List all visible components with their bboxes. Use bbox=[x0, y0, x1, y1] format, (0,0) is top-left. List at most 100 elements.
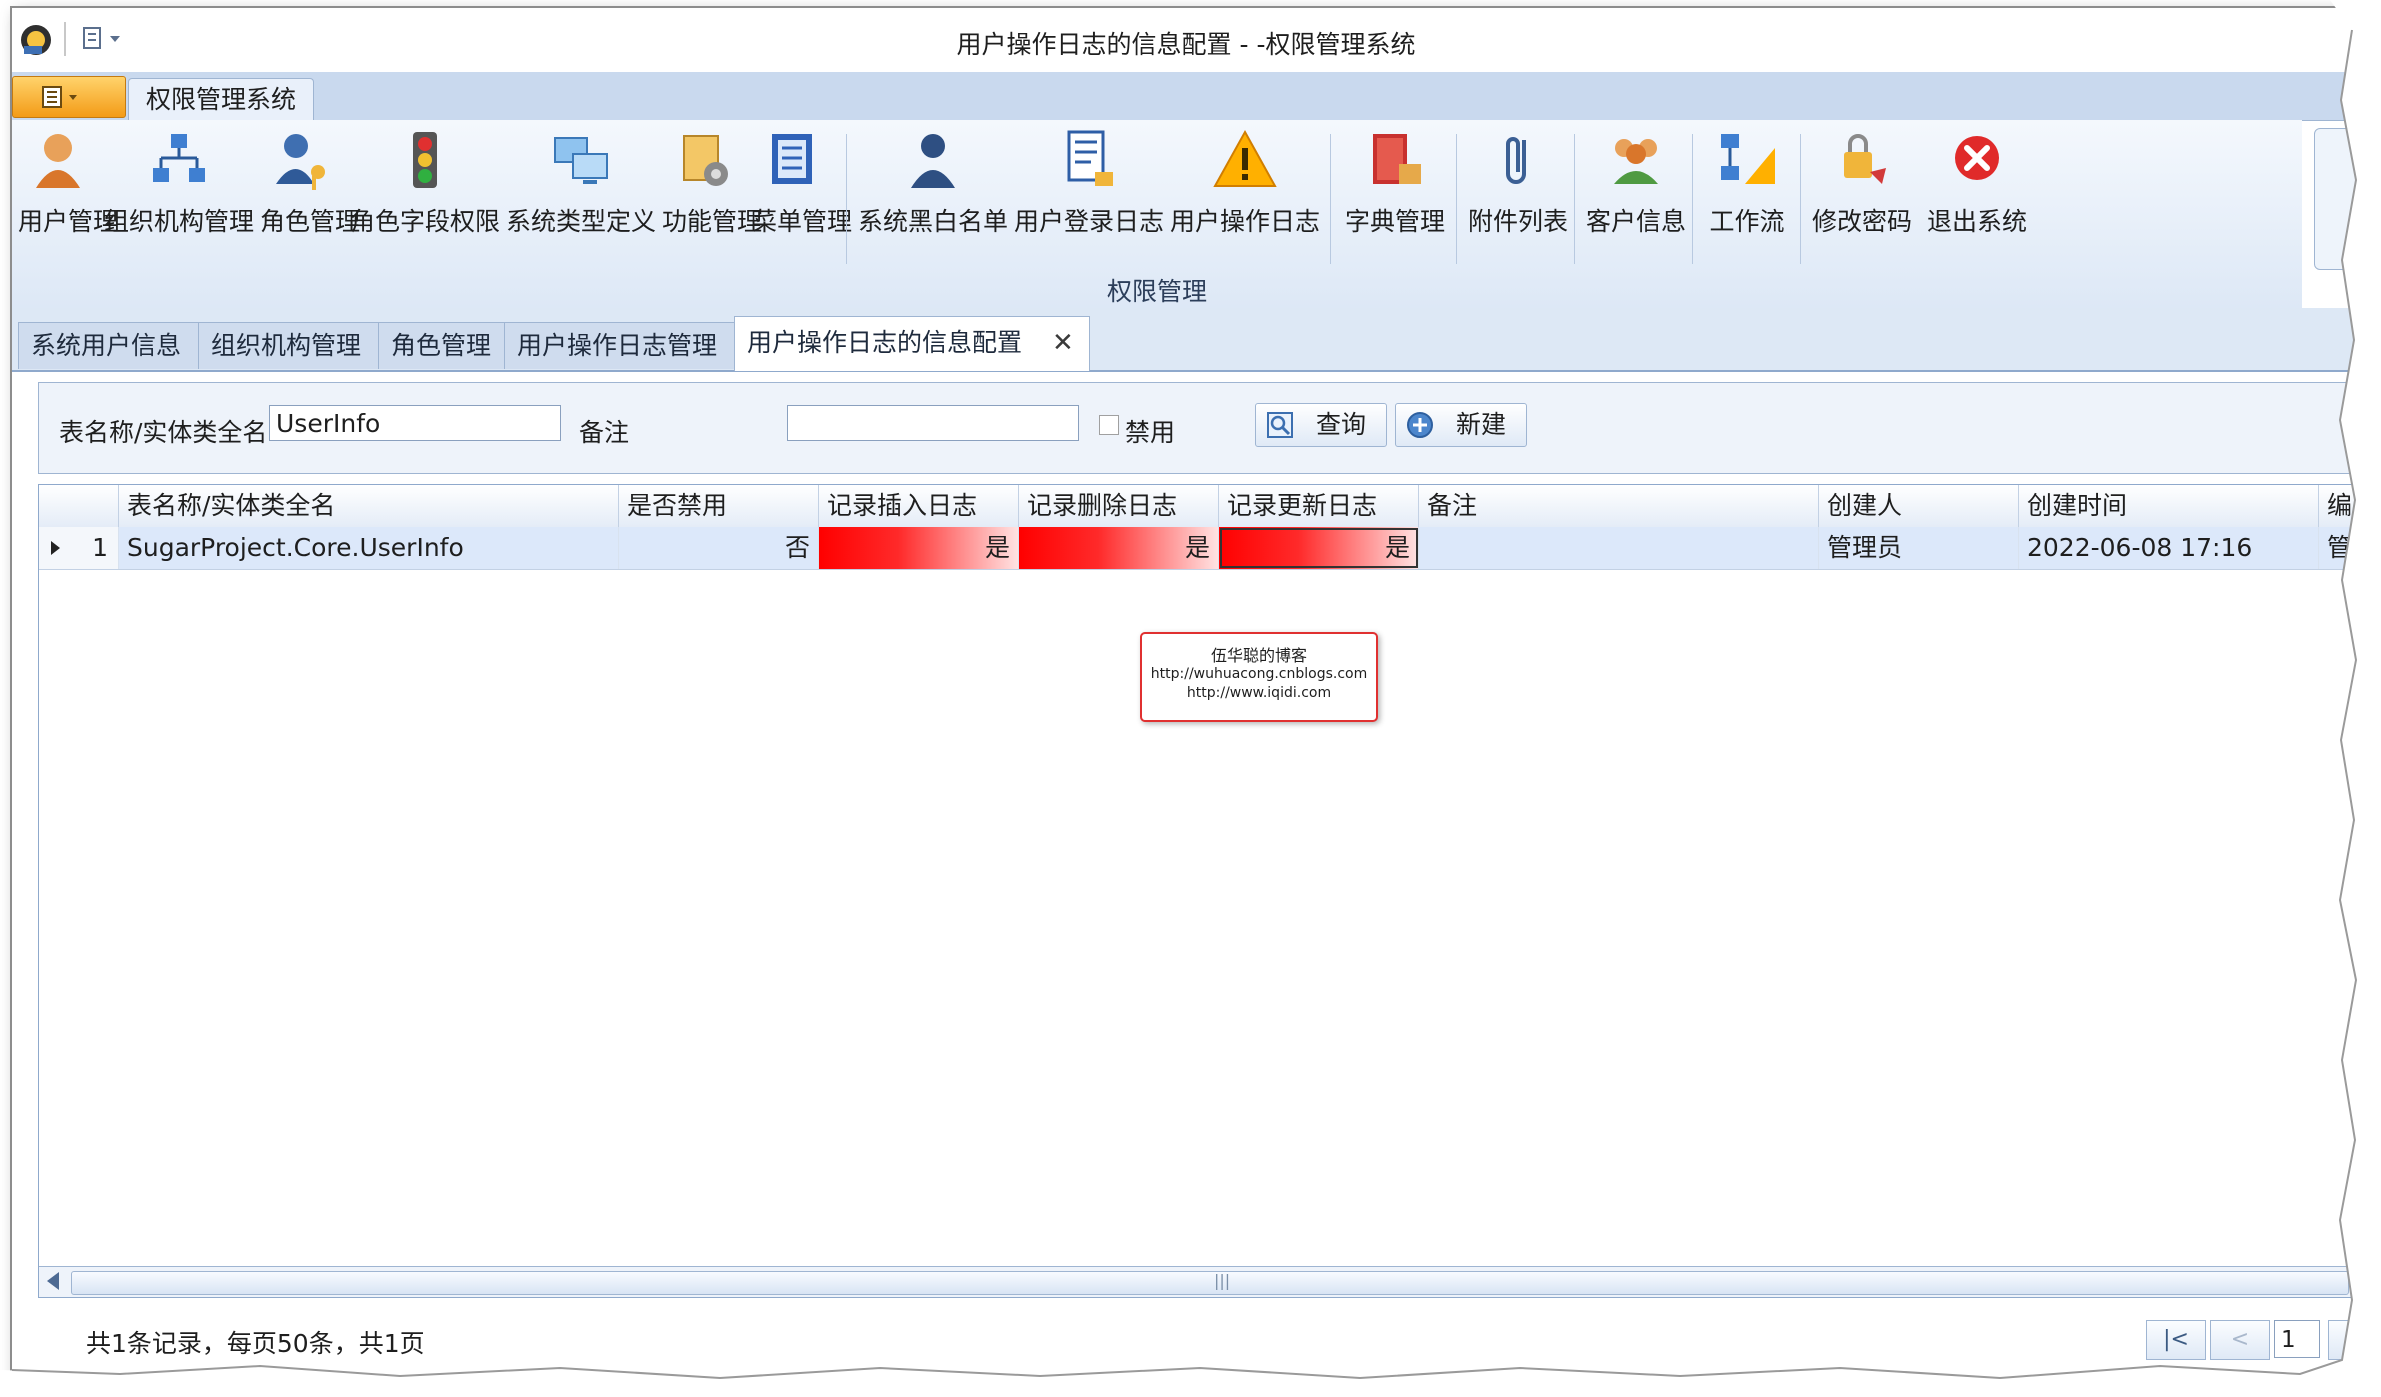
table-name-label: 表名称/实体类全名 bbox=[59, 418, 268, 447]
role-key-icon bbox=[276, 134, 325, 190]
ribbon-tab-strip: 权限管理系统 bbox=[12, 72, 2360, 121]
window-title: 用户操作日志的信息配置 - -权限管理系统 bbox=[956, 30, 1416, 59]
user-icon bbox=[36, 134, 80, 188]
cell-table-name[interactable]: SugarProject.Core.UserInfo bbox=[119, 527, 619, 569]
first-page-button[interactable]: |< bbox=[2146, 1320, 2206, 1360]
blacklist-button[interactable]: 系统黑白名单 bbox=[858, 128, 1008, 266]
ribbon-tab-permission-system[interactable]: 权限管理系统 bbox=[128, 78, 314, 121]
table-row[interactable]: 1 SugarProject.Core.UserInfo 否 是 是 是 管理员… bbox=[39, 527, 2360, 570]
remark-input[interactable] bbox=[787, 405, 1079, 441]
ribbon-group-permission: 用户管理 组织机构管理 角色管理 角色字段权限 系统类型定义 功能管理 菜单管理 bbox=[12, 120, 2302, 309]
operation-log-button[interactable]: 用户操作日志 bbox=[1170, 128, 1320, 266]
tab-operation-log-config[interactable]: 用户操作日志的信息配置 ✕ bbox=[734, 316, 1090, 371]
grid-header: 表名称/实体类全名 是否禁用 记录插入日志 记录删除日志 记录更新日志 备注 创… bbox=[39, 485, 2360, 528]
org-management-button[interactable]: 组织机构管理 bbox=[104, 128, 254, 266]
document-tab-strip: 系统用户信息 组织机构管理 角色管理 用户操作日志管理 用户操作日志的信息配置 … bbox=[12, 308, 2360, 372]
function-gear-icon bbox=[683, 135, 728, 186]
column-header-insert-log[interactable]: 记录插入日志 bbox=[819, 485, 1019, 527]
traffic-light-icon bbox=[413, 132, 437, 188]
person-icon bbox=[911, 134, 955, 188]
column-header-created-time[interactable]: 创建时间 bbox=[2019, 485, 2319, 527]
login-log-button[interactable]: 用户登录日志 bbox=[1014, 128, 1164, 266]
ribbon-separator bbox=[1456, 134, 1457, 264]
column-header-delete-log[interactable]: 记录删除日志 bbox=[1019, 485, 1219, 527]
disabled-checkbox[interactable] bbox=[1099, 415, 1119, 435]
table-name-input[interactable]: UserInfo bbox=[269, 405, 561, 441]
system-type-button[interactable]: 系统类型定义 bbox=[506, 128, 656, 266]
search-icon bbox=[1267, 412, 1293, 438]
computers-icon bbox=[554, 137, 608, 184]
warning-icon bbox=[1213, 129, 1277, 187]
previous-page-button[interactable]: < bbox=[2210, 1320, 2270, 1360]
title-bar: 用户操作日志的信息配置 - -权限管理系统 bbox=[12, 8, 2360, 72]
ribbon-separator bbox=[1330, 134, 1331, 264]
dictionary-icon bbox=[1373, 134, 1421, 184]
cell-delete-log[interactable]: 是 bbox=[1019, 527, 1219, 569]
next-page-button-clipped[interactable] bbox=[2328, 1320, 2360, 1360]
watermark-url-2: http://www.iqidi.com bbox=[1186, 685, 1332, 701]
blog-watermark: 伍华聪的博客 http://wuhuacong.cnblogs.com http… bbox=[1140, 632, 1378, 722]
pager-bar: 共1条记录，每页50条，共1页 |< < 1 bbox=[38, 1308, 2360, 1370]
column-header-editor[interactable]: 编 bbox=[2319, 485, 2360, 527]
cell-update-log[interactable]: 是 bbox=[1219, 527, 1419, 569]
remark-label: 备注 bbox=[579, 418, 630, 447]
org-chart-icon bbox=[153, 134, 205, 182]
query-button[interactable]: 查询 bbox=[1255, 403, 1387, 447]
paperclip-icon bbox=[1506, 137, 1526, 184]
scrollbar-grip-icon: ||| bbox=[1214, 1271, 1231, 1290]
scroll-left-icon[interactable] bbox=[47, 1272, 59, 1290]
role-field-permission-button[interactable]: 角色字段权限 bbox=[350, 128, 500, 266]
close-icon[interactable]: ✕ bbox=[1052, 317, 1074, 369]
exit-system-button[interactable]: 退出系统 bbox=[1922, 128, 2032, 266]
ribbon-separator bbox=[846, 134, 847, 264]
column-header-update-log[interactable]: 记录更新日志 bbox=[1219, 485, 1419, 527]
row-indicator[interactable]: 1 bbox=[39, 527, 119, 569]
new-button[interactable]: 新建 bbox=[1395, 403, 1527, 447]
cell-creator[interactable]: 管理员 bbox=[1819, 527, 2019, 569]
search-panel: 表名称/实体类全名 UserInfo 备注 禁用 查询 新建 bbox=[38, 382, 2360, 474]
column-header-table-name[interactable]: 表名称/实体类全名 bbox=[119, 485, 619, 527]
watermark-title: 伍华聪的博客 bbox=[1210, 646, 1307, 665]
change-password-button[interactable]: 修改密码 bbox=[1808, 128, 1916, 266]
column-header-disabled[interactable]: 是否禁用 bbox=[619, 485, 819, 527]
ribbon-separator bbox=[1800, 134, 1801, 264]
role-management-button[interactable]: 角色管理 bbox=[260, 128, 360, 266]
column-header-creator[interactable]: 创建人 bbox=[1819, 485, 2019, 527]
pager-summary: 共1条记录，每页50条，共1页 bbox=[86, 1329, 425, 1358]
menu-book-icon bbox=[772, 134, 812, 184]
ribbon-group-label: 权限管理 bbox=[1106, 277, 1207, 306]
menu-management-button[interactable]: 菜单管理 bbox=[752, 128, 852, 266]
scrollbar-thumb[interactable] bbox=[71, 1271, 2349, 1295]
workflow-icon bbox=[1721, 134, 1775, 184]
user-management-button[interactable]: 用户管理 bbox=[18, 128, 118, 266]
password-key-icon bbox=[1844, 134, 1886, 184]
cell-insert-log[interactable]: 是 bbox=[819, 527, 1019, 569]
customer-info-button[interactable]: 客户信息 bbox=[1586, 128, 1686, 266]
dictionary-button[interactable]: 字典管理 bbox=[1340, 128, 1450, 266]
cell-editor[interactable]: 管 bbox=[2319, 527, 2360, 569]
cell-remark[interactable] bbox=[1419, 527, 1819, 569]
log-lock-icon bbox=[1067, 130, 1113, 186]
ribbon-separator bbox=[1574, 134, 1575, 264]
app-menu-icon bbox=[42, 86, 77, 108]
column-header-remark[interactable]: 备注 bbox=[1419, 485, 1819, 527]
tab-system-users[interactable]: 系统用户信息 bbox=[18, 322, 222, 369]
cell-disabled[interactable]: 否 bbox=[619, 527, 819, 569]
row-indicator-header bbox=[39, 485, 119, 527]
workflow-button[interactable]: 工作流 bbox=[1702, 128, 1792, 266]
ribbon-separator bbox=[1692, 134, 1693, 264]
horizontal-scrollbar[interactable]: ||| bbox=[39, 1266, 2360, 1297]
page-number-input[interactable]: 1 bbox=[2274, 1320, 2320, 1358]
data-grid: 表名称/实体类全名 是否禁用 记录插入日志 记录删除日志 记录更新日志 备注 创… bbox=[38, 484, 2360, 1298]
ribbon-next-group-clipped bbox=[2314, 128, 2360, 270]
tab-operation-log-management[interactable]: 用户操作日志管理 bbox=[504, 322, 758, 369]
application-menu-button[interactable] bbox=[12, 76, 126, 118]
exit-icon bbox=[1955, 136, 1999, 180]
attachment-list-button[interactable]: 附件列表 bbox=[1468, 128, 1568, 266]
function-management-button[interactable]: 功能管理 bbox=[662, 128, 762, 266]
cell-created-time[interactable]: 2022-06-08 17:16 bbox=[2019, 527, 2319, 569]
add-icon bbox=[1407, 412, 1433, 438]
tab-org-management[interactable]: 组织机构管理 bbox=[198, 322, 402, 369]
row-number: 1 bbox=[92, 533, 108, 562]
app-window: 用户操作日志的信息配置 - -权限管理系统 权限管理系统 用户管理 组织机构管理… bbox=[10, 6, 2362, 1386]
